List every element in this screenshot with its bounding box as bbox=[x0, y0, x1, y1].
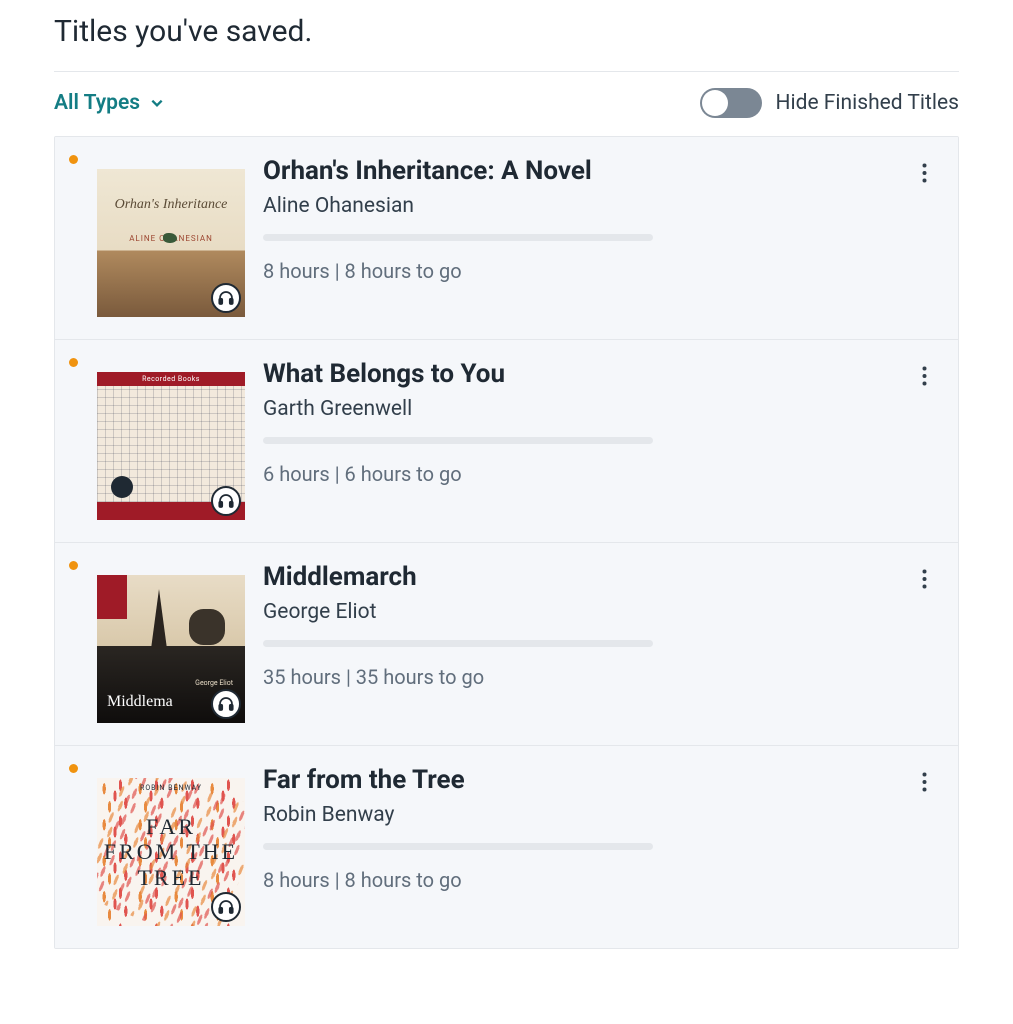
more-options-button[interactable] bbox=[914, 768, 934, 796]
list-item: Recorded Books What Belongs to You Garth G… bbox=[55, 339, 958, 542]
author-text[interactable]: Aline Ohanesian bbox=[263, 194, 934, 218]
status-dot bbox=[69, 764, 78, 773]
progress-bar bbox=[263, 234, 653, 241]
hide-finished-label: Hide Finished Titles bbox=[776, 91, 959, 115]
controls-bar: All Types Hide Finished Titles bbox=[54, 71, 959, 136]
hide-finished-toggle-area: Hide Finished Titles bbox=[700, 88, 959, 118]
info-column: Middlemarch George Eliot 35 hours | 35 hou… bbox=[263, 561, 934, 689]
title-text[interactable]: Far from the Tree bbox=[263, 764, 465, 797]
duration-text: 8 hours | 8 hours to go bbox=[263, 868, 934, 892]
status-column bbox=[67, 764, 79, 773]
page-title: Titles you've saved. bbox=[54, 0, 959, 71]
saved-titles-list: Orhan's InheritanceALINE OHANESIANOrhan'… bbox=[54, 136, 959, 949]
cover-column: Recorded Books bbox=[97, 372, 245, 520]
headphones-icon bbox=[211, 892, 241, 922]
author-text[interactable]: Robin Benway bbox=[263, 803, 934, 827]
more-options-button[interactable] bbox=[914, 362, 934, 390]
status-dot bbox=[69, 155, 78, 164]
duration-text: 6 hours | 6 hours to go bbox=[263, 462, 934, 486]
headphones-icon bbox=[211, 486, 241, 516]
status-dot bbox=[69, 561, 78, 570]
cover-column: George EliotMiddlema bbox=[97, 575, 245, 723]
filter-label: All Types bbox=[54, 91, 140, 115]
cover-column: ROBIN BENWAYFARFROM THETREE bbox=[97, 778, 245, 926]
author-text[interactable]: Garth Greenwell bbox=[263, 397, 934, 421]
headphones-icon bbox=[211, 689, 241, 719]
status-column bbox=[67, 358, 79, 367]
hide-finished-toggle[interactable] bbox=[700, 88, 762, 118]
more-options-button[interactable] bbox=[914, 159, 934, 187]
status-dot bbox=[69, 358, 78, 367]
list-item: ROBIN BENWAYFARFROM THETREEFar from the … bbox=[55, 745, 958, 948]
list-item: Orhan's InheritanceALINE OHANESIANOrhan'… bbox=[55, 137, 958, 339]
more-options-button[interactable] bbox=[914, 565, 934, 593]
chevron-down-icon bbox=[150, 96, 164, 110]
cover-column: Orhan's InheritanceALINE OHANESIAN bbox=[97, 169, 245, 317]
info-column: Far from the Tree Robin Benway 8 hours | 8… bbox=[263, 764, 934, 892]
status-column bbox=[67, 561, 79, 570]
progress-bar bbox=[263, 640, 653, 647]
headphones-icon bbox=[211, 283, 241, 313]
list-item: George EliotMiddlema Middlemarch George El… bbox=[55, 542, 958, 745]
toggle-knob bbox=[702, 90, 728, 116]
title-text[interactable]: Orhan's Inheritance: A Novel bbox=[263, 155, 592, 188]
title-text[interactable]: Middlemarch bbox=[263, 561, 417, 594]
info-column: What Belongs to You Garth Greenwell 6 hour… bbox=[263, 358, 934, 486]
title-text[interactable]: What Belongs to You bbox=[263, 358, 505, 391]
progress-bar bbox=[263, 843, 653, 850]
filter-type-dropdown[interactable]: All Types bbox=[54, 91, 164, 115]
info-column: Orhan's Inheritance: A Novel Aline Ohanes… bbox=[263, 155, 934, 283]
progress-bar bbox=[263, 437, 653, 444]
author-text[interactable]: George Eliot bbox=[263, 600, 934, 624]
duration-text: 35 hours | 35 hours to go bbox=[263, 665, 934, 689]
status-column bbox=[67, 155, 79, 164]
duration-text: 8 hours | 8 hours to go bbox=[263, 259, 934, 283]
